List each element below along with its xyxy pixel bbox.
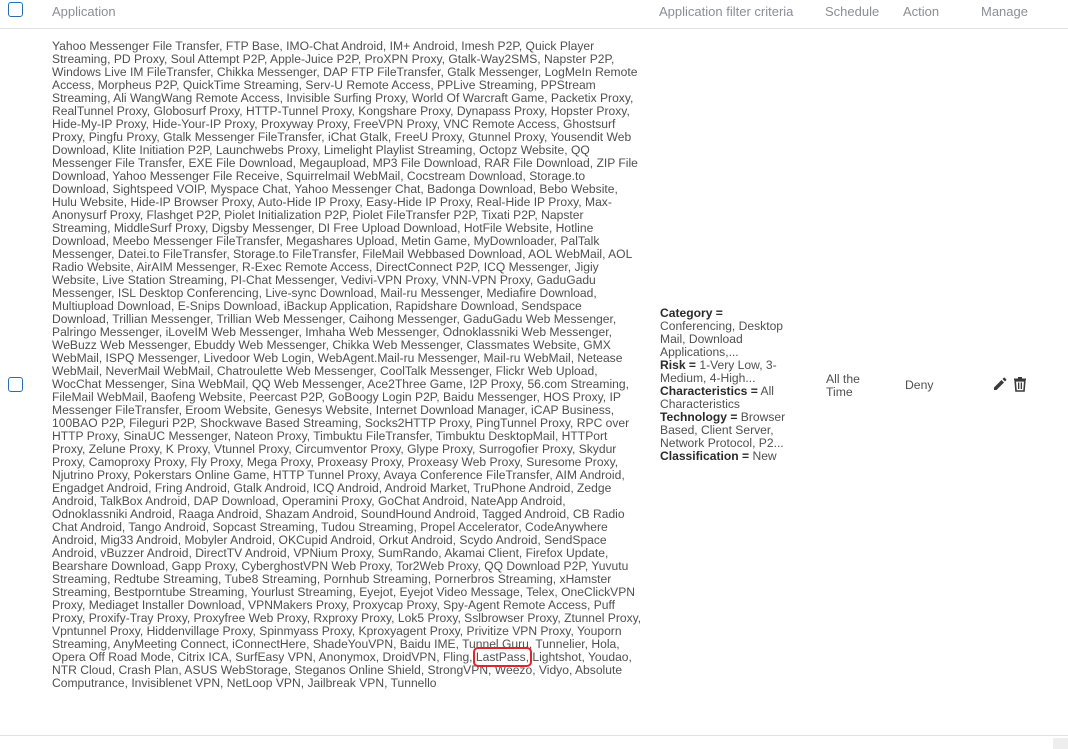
action-value: Deny	[905, 378, 934, 392]
pencil-icon[interactable]	[991, 375, 1009, 393]
highlighted-application: LastPass,	[472, 647, 533, 667]
select-all-checkbox[interactable]	[8, 2, 23, 17]
criteria-risk-label: Risk	[660, 358, 686, 372]
column-header-manage: Manage	[981, 4, 1028, 19]
criteria-technology-label: Technology	[660, 410, 727, 424]
schedule-value: All the Time	[826, 372, 860, 399]
criteria-characteristics-label: Characteristics	[660, 384, 748, 398]
column-header-schedule[interactable]: Schedule	[825, 4, 879, 19]
application-list: Yahoo Messenger File Transfer, FTP Base,…	[52, 40, 642, 690]
column-header-criteria[interactable]: Application filter criteria	[659, 4, 793, 19]
criteria-equals: =	[730, 410, 738, 424]
criteria-category-label: Category	[660, 306, 713, 320]
criteria-equals: =	[742, 449, 750, 463]
criteria-equals: =	[715, 306, 723, 320]
trash-icon[interactable]	[1011, 375, 1029, 393]
row-select-checkbox[interactable]	[8, 377, 23, 392]
column-header-action[interactable]: Action	[903, 4, 939, 19]
criteria-classification-value: New	[752, 449, 777, 463]
criteria-equals: =	[750, 384, 758, 398]
column-header-application[interactable]: Application	[52, 4, 116, 19]
criteria-classification-label: Classification	[660, 449, 739, 463]
table-header: Application Application filter criteria …	[0, 0, 1068, 29]
criteria-category-value: Conferencing, Desktop Mail, Download App…	[660, 319, 784, 359]
filter-criteria: Category = Conferencing, Desktop Mail, D…	[660, 307, 800, 463]
criteria-equals: =	[688, 358, 696, 372]
scrollbar-corner[interactable]	[1053, 738, 1068, 749]
application-list-text: Yahoo Messenger File Transfer, FTP Base,…	[52, 39, 642, 664]
table-row: Yahoo Messenger File Transfer, FTP Base,…	[0, 30, 1068, 736]
